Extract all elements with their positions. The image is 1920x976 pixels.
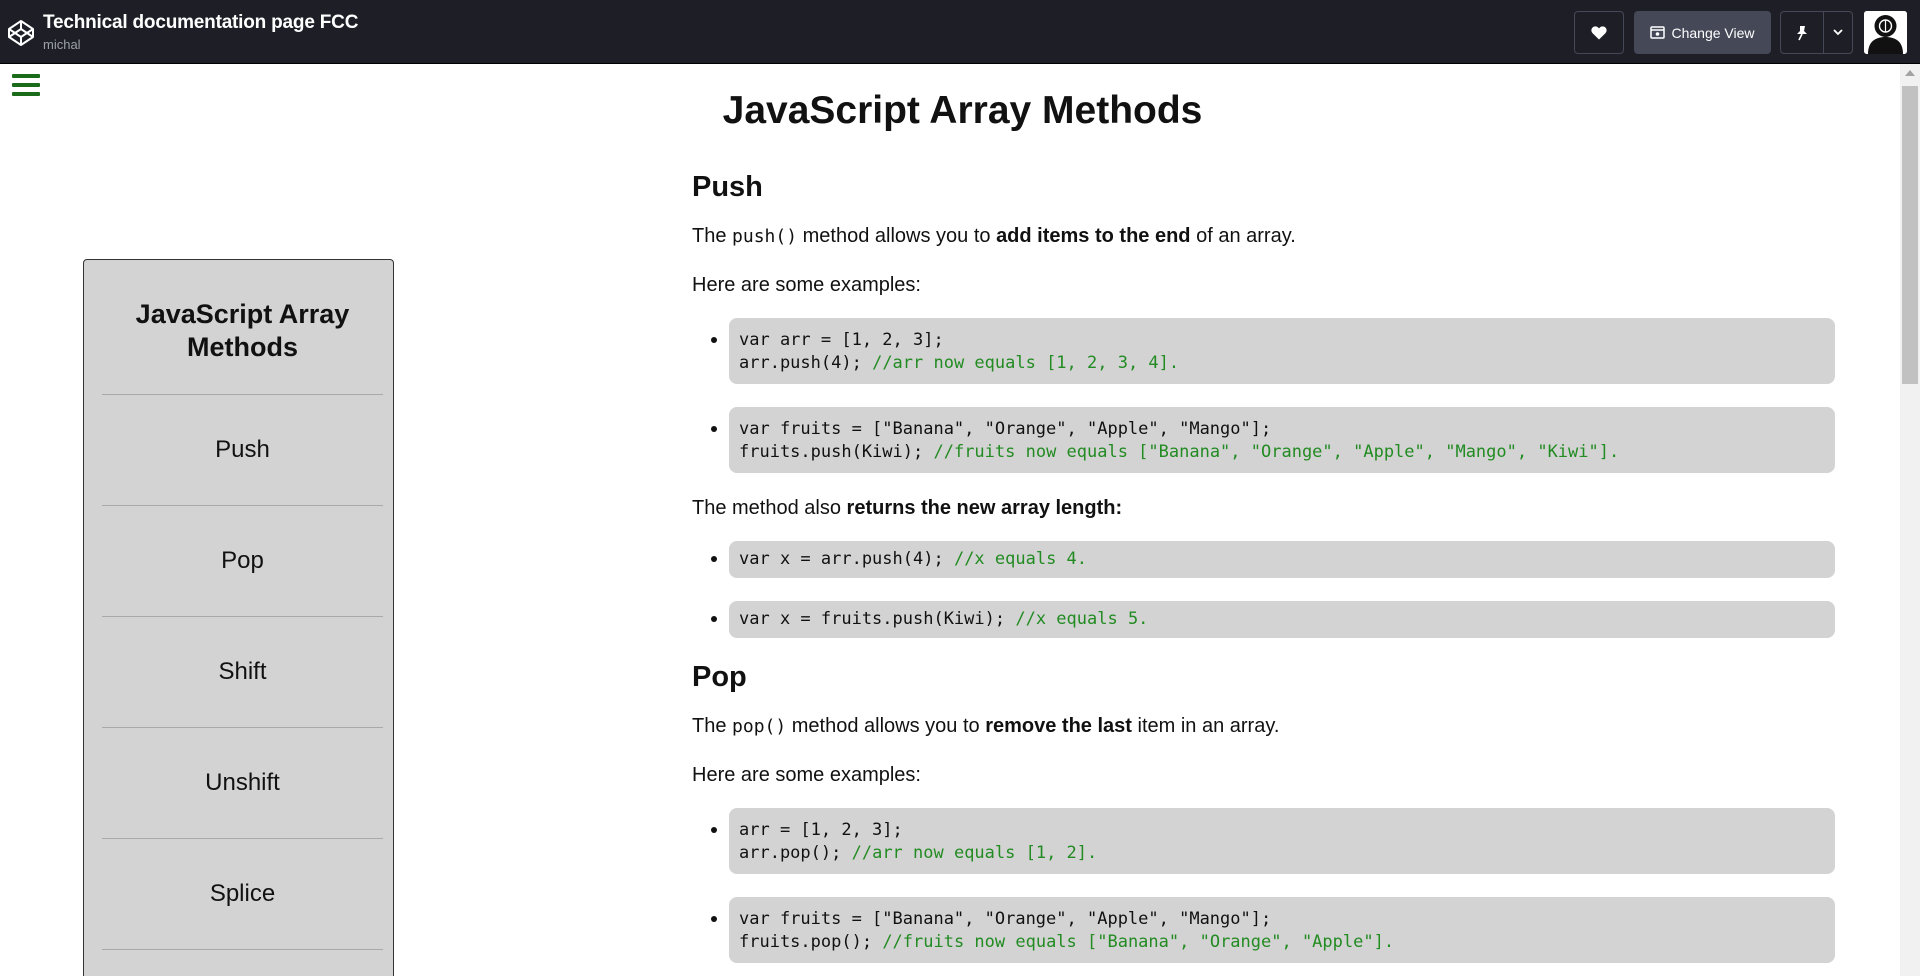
list-item: var fruits = ["Banana", "Orange", "Apple… (729, 897, 1835, 963)
pen-info: Technical documentation page FCC michal (43, 12, 358, 52)
navbar-title: JavaScript Array Methods (102, 260, 383, 395)
pin-button-group (1780, 11, 1853, 54)
section-heading-push: Push (692, 171, 763, 203)
bold-text: remove the last (985, 715, 1132, 737)
section-push: Push The push() method allows you to add… (692, 171, 1835, 638)
hamburger-menu-icon[interactable] (12, 74, 40, 98)
scroll-up-arrow-icon[interactable] (1905, 70, 1915, 76)
inline-code: push() (732, 226, 798, 247)
code-block: var x = arr.push(4); //x equals 4. (729, 541, 1835, 578)
text: The (692, 225, 733, 247)
pin-dropdown-button[interactable] (1824, 12, 1852, 53)
text: item in an array. (1131, 715, 1280, 737)
inline-code: pop() (732, 716, 787, 737)
code-comment: //arr now equals [1, 2]. (851, 843, 1098, 863)
list-item: var x = arr.push(4); //x equals 4. (729, 541, 1835, 578)
list-item: arr = [1, 2, 3]; arr.pop(); //arr now eq… (729, 808, 1835, 874)
list-item: var x = fruits.push(Kiwi); //x equals 5. (729, 601, 1835, 638)
pop-description: The pop() method allows you to remove th… (692, 714, 1835, 739)
code-block: var arr = [1, 2, 3]; arr.push(4); //arr … (729, 318, 1835, 384)
text: of an array. (1190, 225, 1296, 247)
list-item: var fruits = ["Banana", "Orange", "Apple… (729, 407, 1835, 473)
code-comment: //x equals 5. (1015, 609, 1149, 629)
avatar-icon (1864, 11, 1907, 54)
code-line: var x = arr.push(4); (739, 549, 944, 569)
change-view-button[interactable]: Change View (1634, 11, 1771, 54)
nav-link-splice[interactable]: Splice (102, 839, 383, 950)
pin-icon (1796, 25, 1807, 40)
code-comment: //arr now equals [1, 2, 3, 4]. (872, 353, 1180, 373)
scrollbar-thumb[interactable] (1902, 86, 1918, 384)
hamburger-bar (12, 74, 40, 78)
pen-title[interactable]: Technical documentation page FCC (43, 12, 358, 34)
page-title: JavaScript Array Methods (722, 89, 1203, 132)
pop-examples-list: arr = [1, 2, 3]; arr.pop(); //arr now eq… (692, 808, 1835, 963)
text: method allows you to (797, 225, 997, 247)
nav-link-unshift[interactable]: Unshift (102, 728, 383, 839)
code-line: arr.pop(); (739, 843, 842, 863)
text: The (692, 715, 733, 737)
push-returns-text: The method also returns the new array le… (692, 496, 1835, 520)
code-line: var x = fruits.push(Kiwi); (739, 609, 1006, 629)
code-line: var arr = [1, 2, 3]; (739, 330, 944, 350)
chevron-down-icon (1833, 29, 1843, 36)
code-line: arr = [1, 2, 3]; (739, 820, 903, 840)
section-heading-pop: Pop (692, 661, 747, 693)
change-view-label: Change View (1671, 24, 1755, 41)
code-comment: //fruits now equals ["Banana", "Orange",… (882, 932, 1395, 952)
pin-button[interactable] (1781, 12, 1824, 53)
text: The method also (692, 497, 847, 519)
nav-link-pop[interactable]: Pop (102, 506, 383, 617)
code-block: var fruits = ["Banana", "Orange", "Apple… (729, 897, 1835, 963)
code-line: fruits.pop(); (739, 932, 873, 952)
push-returns-list: var x = arr.push(4); //x equals 4. var x… (692, 541, 1835, 638)
text: method allows you to (786, 715, 986, 737)
user-avatar[interactable] (1864, 11, 1907, 54)
code-block: var x = fruits.push(Kiwi); //x equals 5. (729, 601, 1835, 638)
pop-examples-label: Here are some examples: (692, 764, 921, 786)
code-line: var fruits = ["Banana", "Orange", "Apple… (739, 909, 1272, 929)
nav-link-push[interactable]: Push (102, 395, 383, 506)
bold-text: returns the new array length: (846, 497, 1123, 519)
code-comment: //x equals 4. (953, 549, 1088, 569)
code-line: arr.push(4); (739, 353, 862, 373)
code-block: arr = [1, 2, 3]; arr.pop(); //arr now eq… (729, 808, 1835, 874)
code-block: var fruits = ["Banana", "Orange", "Apple… (729, 407, 1835, 473)
like-button[interactable] (1574, 11, 1624, 54)
section-pop: Pop The pop() method allows you to remov… (692, 661, 1835, 963)
code-comment: //fruits now equals ["Banana", "Orange",… (933, 442, 1620, 462)
bold-text: add items to the end (996, 225, 1191, 247)
change-view-icon (1650, 26, 1666, 39)
hamburger-bar (12, 92, 40, 96)
heart-icon (1591, 25, 1607, 39)
nav-list: Push Pop Shift Unshift Splice (102, 395, 383, 950)
code-line: var fruits = ["Banana", "Orange", "Apple… (739, 419, 1272, 439)
pen-author[interactable]: michal (43, 37, 358, 52)
codepen-header: Technical documentation page FCC michal … (0, 0, 1920, 64)
list-item: var arr = [1, 2, 3]; arr.push(4); //arr … (729, 318, 1835, 384)
push-examples-list: var arr = [1, 2, 3]; arr.push(4); //arr … (692, 318, 1835, 473)
code-line: fruits.push(Kiwi); (739, 442, 924, 462)
main-doc: JavaScript Array Methods Push The push()… (692, 64, 1835, 976)
push-examples-label: Here are some examples: (692, 274, 921, 296)
nav-link-shift[interactable]: Shift (102, 617, 383, 728)
hamburger-bar (12, 83, 40, 87)
navbar: JavaScript Array Methods Push Pop Shift … (83, 259, 394, 976)
codepen-logo-icon[interactable] (6, 18, 36, 48)
push-description: The push() method allows you to add item… (692, 224, 1835, 249)
